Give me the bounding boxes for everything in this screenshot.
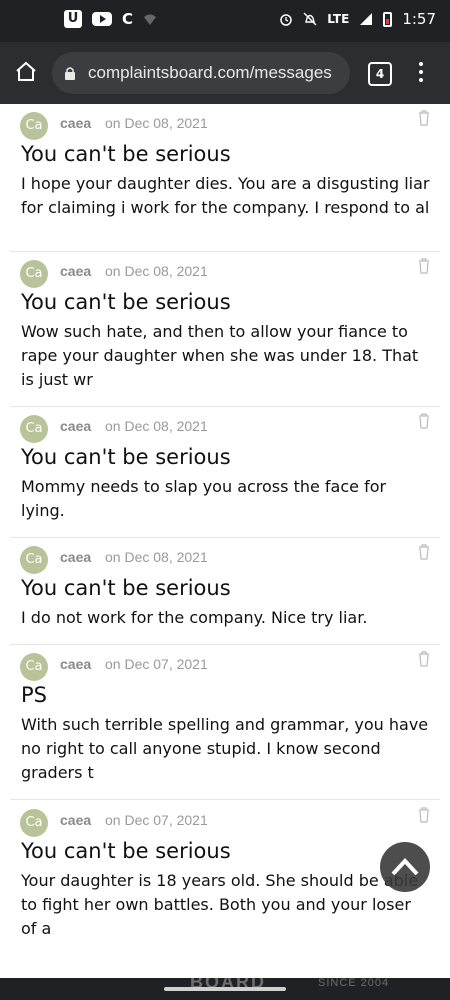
message-body: I hope your daughter dies. You are a dis…	[21, 174, 430, 217]
message-body: Mommy needs to slap you across the face …	[21, 477, 387, 520]
messages-list: Ca caea on Dec 08, 2021 You can't be ser…	[0, 104, 450, 978]
overflow-menu-icon[interactable]	[414, 62, 428, 86]
battery-low-icon	[383, 11, 393, 27]
message-author[interactable]: caea	[60, 115, 91, 131]
message-item: Ca caea on Dec 07, 2021 You can't be ser…	[10, 801, 440, 978]
message-title[interactable]: You can't be serious	[21, 839, 231, 863]
scroll-to-top-button[interactable]	[380, 842, 430, 892]
message-author[interactable]: caea	[60, 549, 91, 565]
avatar[interactable]: Ca	[20, 809, 48, 837]
clock: 1:57	[402, 10, 436, 28]
avatar[interactable]: Ca	[20, 112, 48, 140]
status-bar: U C LTE 1:57	[0, 0, 450, 42]
trash-icon[interactable]	[418, 544, 430, 560]
message-date: on Dec 08, 2021	[105, 115, 208, 131]
signal-icon	[360, 13, 373, 25]
message-title[interactable]: You can't be serious	[21, 576, 231, 600]
network-label: LTE	[327, 12, 350, 26]
notification-icons: U C	[64, 10, 157, 28]
message-date: on Dec 08, 2021	[105, 263, 208, 279]
youtube-icon	[92, 12, 112, 26]
u-app-icon: U	[64, 10, 82, 28]
message-author[interactable]: caea	[60, 418, 91, 434]
message-item: Ca caea on Dec 08, 2021 You can't be ser…	[10, 252, 440, 407]
trash-icon[interactable]	[418, 651, 430, 667]
trash-icon[interactable]	[418, 110, 430, 126]
wifi-question-icon	[144, 14, 157, 25]
message-body: With such terrible spelling and grammar,…	[21, 715, 429, 782]
lock-icon	[65, 67, 75, 80]
message-date: on Dec 08, 2021	[105, 418, 208, 434]
address-bar[interactable]: complaintsboard.com/messages	[52, 52, 350, 94]
message-date: on Dec 08, 2021	[105, 549, 208, 565]
trash-icon[interactable]	[418, 413, 430, 429]
avatar[interactable]: Ca	[20, 260, 48, 288]
message-title[interactable]: You can't be serious	[21, 142, 231, 166]
tab-switcher-button[interactable]: 4	[368, 62, 392, 86]
system-icons: LTE 1:57	[279, 10, 436, 28]
message-body: Wow such hate, and then to allow your fi…	[21, 322, 419, 389]
bottom-strip: BOARD SINCE 2004	[0, 978, 450, 1000]
message-item: Ca caea on Dec 07, 2021 PS With such ter…	[10, 645, 440, 800]
message-title[interactable]: PS	[21, 683, 47, 707]
home-icon[interactable]	[14, 60, 38, 84]
trash-icon[interactable]	[418, 258, 430, 274]
c-app-icon: C	[122, 10, 134, 28]
message-body: Your daughter is 18 years old. She shoul…	[21, 871, 419, 938]
message-body: I do not work for the company. Nice try …	[21, 608, 368, 627]
message-date: on Dec 07, 2021	[105, 656, 208, 672]
footer-since: SINCE 2004	[318, 978, 390, 989]
trash-icon[interactable]	[418, 807, 430, 823]
gesture-nav-handle[interactable]	[164, 987, 286, 991]
message-item: Ca caea on Dec 08, 2021 You can't be ser…	[10, 104, 440, 252]
message-item: Ca caea on Dec 08, 2021 You can't be ser…	[10, 407, 440, 538]
message-title[interactable]: You can't be serious	[21, 290, 231, 314]
message-author[interactable]: caea	[60, 812, 91, 828]
message-item: Ca caea on Dec 08, 2021 You can't be ser…	[10, 538, 440, 645]
avatar[interactable]: Ca	[20, 546, 48, 574]
browser-toolbar: complaintsboard.com/messages 4	[0, 42, 450, 104]
mute-icon	[303, 12, 317, 26]
message-date: on Dec 07, 2021	[105, 812, 208, 828]
alarm-icon	[280, 14, 293, 26]
avatar[interactable]: Ca	[20, 415, 48, 443]
avatar[interactable]: Ca	[20, 653, 48, 681]
chevron-up-icon	[391, 858, 419, 876]
url-text: complaintsboard.com/messages	[88, 63, 332, 82]
message-author[interactable]: caea	[60, 656, 91, 672]
message-author[interactable]: caea	[60, 263, 91, 279]
message-title[interactable]: You can't be serious	[21, 445, 231, 469]
